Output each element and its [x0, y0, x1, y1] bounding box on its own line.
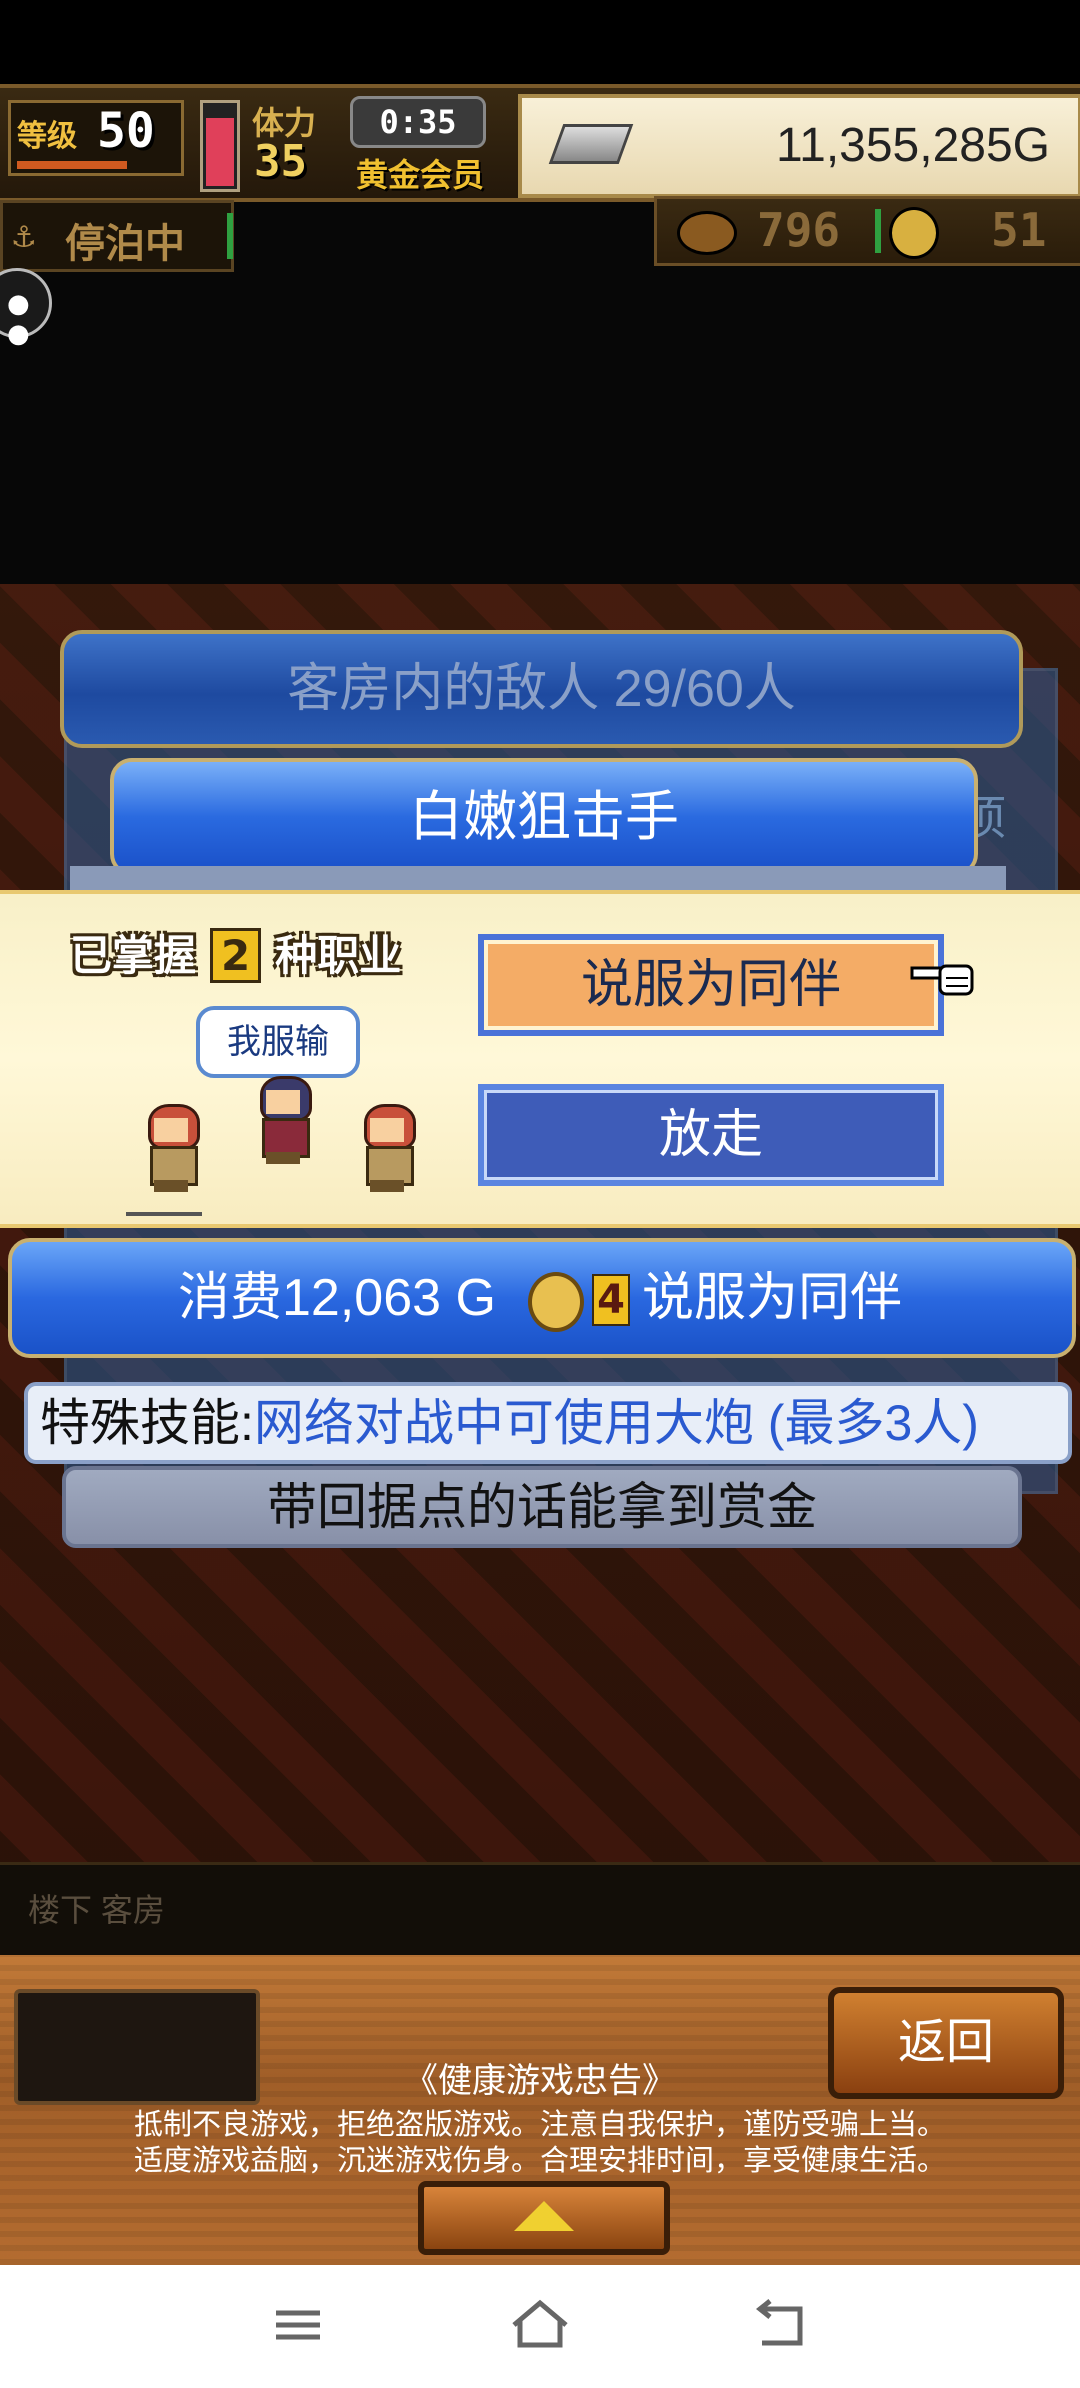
location-bar: 楼下 客房 [0, 1862, 1080, 1958]
health-notice-title: 《健康游戏忠告》 [404, 2062, 676, 2100]
system-nav-bar [0, 2265, 1080, 2388]
menu-icon[interactable] [260, 2295, 340, 2355]
enemy-count-text: 客房内的敌人 29/60人 [287, 660, 796, 718]
home-icon[interactable] [500, 2295, 580, 2355]
release-button[interactable]: 放走 [478, 1084, 944, 1186]
escort-character-left [136, 1104, 206, 1192]
stamina-timer: 0:35 [350, 96, 486, 148]
divider [126, 1212, 202, 1216]
member-badge: 黄金会员 [356, 156, 485, 194]
jobs-mastered: 已掌握 2 种职业 [70, 922, 401, 983]
food-count: 796 [757, 203, 841, 257]
level-box: 等级 50 [8, 100, 184, 176]
speech-bubble: 我服输 [196, 1006, 360, 1078]
level-value: 50 [97, 103, 155, 159]
pointing-hand-icon [910, 964, 974, 996]
cost-text: 消费12,063 G [178, 1269, 496, 1327]
dialog-header: 客房内的敌人 29/60人 [60, 630, 1023, 748]
docked-status[interactable]: ⚓ 停泊中 [0, 200, 234, 272]
level-label: 等级 [17, 119, 77, 154]
cost-persuade-button[interactable]: 消费12,063 G 4 说服为同伴 [8, 1238, 1076, 1358]
stamina-value: 35 [254, 136, 307, 187]
food-icon [677, 211, 737, 255]
cost-action-text: 说服为同伴 [642, 1269, 903, 1327]
gold-value: 11,355,285G [775, 119, 1050, 172]
stamina-gauge [200, 100, 240, 192]
enemy-name: 白嫩狙击手 [409, 787, 679, 847]
back-icon[interactable] [740, 2295, 820, 2355]
docked-indicator [227, 213, 233, 259]
expand-button[interactable] [418, 2181, 670, 2255]
chat-icon: ● ● [7, 289, 30, 349]
jobs-count: 2 [210, 928, 262, 983]
health-notice-line: 适度游戏益脑，沉迷游戏伤身。合理安排时间，享受健康生活。 [133, 2145, 946, 2177]
coin-count: 51 [991, 203, 1047, 257]
anchor-icon: ⚓ [13, 215, 35, 256]
jobs-suffix: 种职业 [275, 931, 402, 980]
coin-icon [889, 207, 939, 259]
silver-bar-icon [548, 124, 634, 164]
enemy-character [248, 1076, 318, 1164]
coin-icon [528, 1272, 584, 1332]
coin-cost: 4 [592, 1274, 630, 1326]
resource-divider [875, 209, 881, 253]
persuade-button[interactable]: 说服为同伴 [478, 934, 944, 1036]
resource-panel: 796 51 [654, 196, 1080, 266]
jobs-prefix: 已掌握 [70, 931, 197, 980]
skill-value: 网络对战中可使用大炮 (最多3人) [253, 1395, 979, 1451]
docked-text: 停泊中 [65, 221, 185, 267]
escort-character-right [352, 1104, 422, 1192]
location-text: 楼下 客房 [28, 1892, 165, 1928]
exp-bar [17, 161, 127, 169]
expand-up-icon [514, 2201, 574, 2231]
top-hud: 等级 50 体力 35 0:35 黄金会员 11,355,285G [0, 84, 1080, 202]
choice-overlay: 已掌握 2 种职业 我服输 说服为同伴 放走 [0, 890, 1080, 1228]
stamina-fill [206, 118, 234, 186]
dialog-strip [70, 866, 1006, 890]
bounty-info: 带回据点的话能拿到赏金 [62, 1466, 1022, 1548]
skill-label: 特殊技能: [40, 1395, 254, 1451]
enemy-name-bar: 白嫩狙击手 [110, 758, 978, 876]
gold-panel[interactable]: 11,355,285G [518, 94, 1080, 198]
bottom-panel: 返回 《健康游戏忠告》 抵制不良游戏，拒绝盗版游戏。注意自我保护，谨防受骗上当。… [0, 1955, 1080, 2265]
special-skill-bar: 特殊技能:网络对战中可使用大炮 (最多3人) [24, 1382, 1072, 1464]
